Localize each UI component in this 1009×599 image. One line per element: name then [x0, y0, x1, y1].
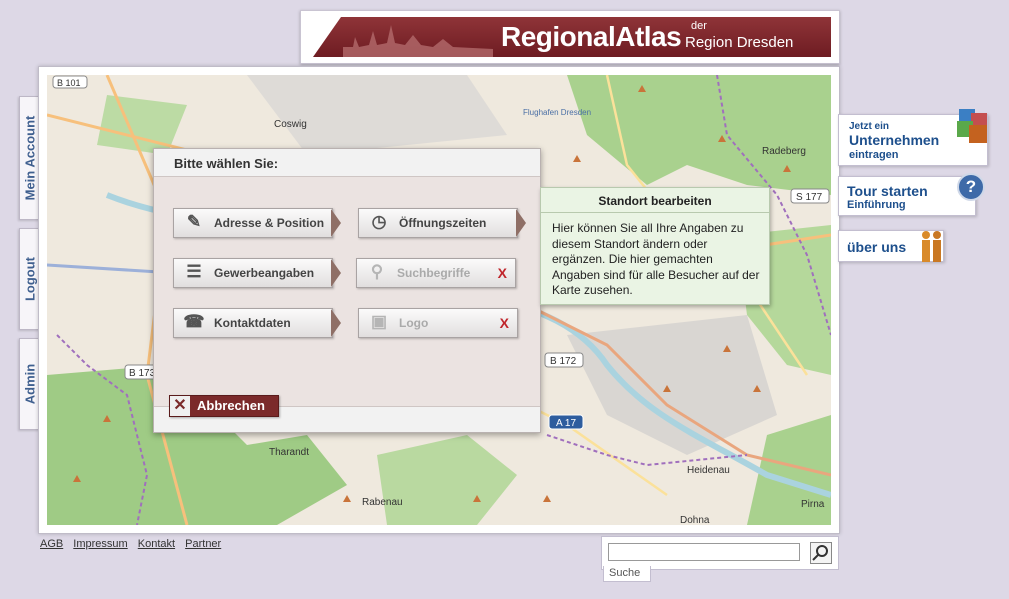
- unavailable-x-icon: X: [497, 265, 507, 281]
- search-terms-button[interactable]: ⚲ Suchbegriffe X: [356, 258, 516, 288]
- footer-link-impressum[interactable]: Impressum: [73, 538, 127, 550]
- map-label-coswig: Coswig: [274, 119, 307, 130]
- site-title-der: der: [691, 20, 707, 32]
- map-label-heidenau: Heidenau: [687, 465, 730, 476]
- business-info-button[interactable]: ☰ Gewerbeangaben: [173, 258, 341, 288]
- add-company-small: Jetzt ein: [849, 121, 890, 132]
- map-label-rabenau: Rabenau: [362, 497, 403, 508]
- magnifier-icon: ⚲: [370, 262, 384, 281]
- tab-admin-label: Admin: [22, 363, 38, 405]
- road-shield-s177: S 177: [790, 188, 830, 204]
- road-shield-a17: A 17: [548, 414, 584, 430]
- site-title-region: Region Dresden: [685, 34, 794, 51]
- site-title: RegionalAtlas: [501, 21, 682, 52]
- chevron-right-icon: [516, 209, 526, 237]
- search-box: [601, 536, 839, 570]
- building-blocks-icon: [957, 109, 987, 143]
- svg-text:B 173: B 173: [129, 368, 156, 379]
- contact-details-button[interactable]: ☎ Kontaktdaten: [173, 308, 341, 338]
- add-company-sub: eintragen: [849, 149, 899, 161]
- opening-hours-button[interactable]: ◷ Öffnungszeiten: [358, 208, 526, 238]
- cancel-button[interactable]: ✕ Abbrechen: [169, 395, 279, 417]
- address-position-label: Adresse & Position: [214, 216, 325, 230]
- cancel-label: Abbrechen: [197, 398, 265, 413]
- map-label-radeberg: Radeberg: [762, 146, 806, 157]
- footer-link-kontakt[interactable]: Kontakt: [138, 538, 175, 550]
- dialog-title: Bitte wählen Sie:: [154, 149, 540, 177]
- tab-logout-label: Logout: [22, 256, 38, 302]
- add-company-big: Unternehmen: [849, 132, 940, 148]
- list-icon: ☰: [186, 262, 202, 281]
- tour-start-button[interactable]: Tour starten Einführung ?: [838, 173, 985, 216]
- logo-label: Logo: [399, 316, 429, 330]
- info-tooltip: Standort bearbeiten Hier können Sie all …: [540, 187, 770, 305]
- footer-link-partner[interactable]: Partner: [185, 538, 221, 550]
- tab-logout[interactable]: Logout: [19, 228, 40, 330]
- about-us-label: über uns: [847, 239, 907, 255]
- clock-icon: ◷: [371, 212, 387, 231]
- business-info-label: Gewerbeangaben: [214, 266, 315, 280]
- footer-link-agb[interactable]: AGB: [40, 538, 63, 550]
- tab-admin[interactable]: Admin: [19, 338, 40, 430]
- svg-text:S 177: S 177: [796, 192, 823, 203]
- footer-links: AGB Impressum Kontakt Partner: [40, 538, 228, 550]
- chevron-right-icon: [331, 209, 341, 237]
- tooltip-body: Hier können Sie all Ihre Angaben zu dies…: [552, 221, 760, 297]
- logo-image-icon: ▣: [370, 312, 388, 331]
- chevron-right-icon: [331, 309, 341, 337]
- map-label-tharandt: Tharandt: [269, 447, 309, 458]
- phone-icon: ☎: [183, 312, 205, 331]
- search-input[interactable]: [608, 543, 800, 561]
- search-button[interactable]: [810, 542, 832, 564]
- tour-start-sub: Einführung: [847, 199, 906, 211]
- people-icon: [922, 231, 941, 262]
- dresden-skyline-icon: [343, 25, 493, 57]
- tooltip-title: Standort bearbeiten: [541, 188, 769, 213]
- search-terms-label: Suchbegriffe: [397, 266, 471, 280]
- site-header: RegionalAtlas der Region Dresden: [300, 10, 840, 64]
- header-banner[interactable]: RegionalAtlas der Region Dresden: [313, 17, 831, 57]
- search-label: Suche: [603, 566, 651, 582]
- map-label-dohna: Dohna: [680, 515, 710, 525]
- opening-hours-label: Öffnungszeiten: [399, 216, 487, 230]
- about-us-button[interactable]: über uns: [838, 230, 944, 262]
- contact-details-label: Kontaktdaten: [214, 316, 291, 330]
- road-shield-b172: B 172: [544, 352, 584, 368]
- svg-text:A 17: A 17: [556, 418, 576, 429]
- map-label-flughafen: Flughafen Dresden: [523, 108, 591, 117]
- search-icon: [812, 545, 828, 561]
- svg-text:B 101: B 101: [57, 78, 81, 88]
- unavailable-x-icon: X: [499, 315, 509, 331]
- address-position-button[interactable]: ✎ Adresse & Position: [173, 208, 341, 238]
- map-label-pirna: Pirna: [801, 499, 825, 510]
- tab-mein-account-label: Mein Account: [22, 115, 38, 201]
- compass-pen-icon: ✎: [186, 212, 202, 231]
- help-question-icon: ?: [957, 173, 985, 201]
- chevron-right-icon: [331, 259, 341, 287]
- svg-text:B 172: B 172: [550, 356, 577, 367]
- tab-mein-account[interactable]: Mein Account: [19, 96, 40, 220]
- road-shield-b101: B 101: [52, 75, 88, 89]
- add-company-button[interactable]: Jetzt ein Unternehmen eintragen: [838, 109, 988, 166]
- tour-start-title: Tour starten: [847, 183, 928, 199]
- edit-options-dialog: Bitte wählen Sie: ✎ Adresse & Position ◷…: [153, 148, 541, 433]
- close-icon: ✕: [170, 396, 190, 416]
- logo-button[interactable]: ▣ Logo X: [358, 308, 518, 338]
